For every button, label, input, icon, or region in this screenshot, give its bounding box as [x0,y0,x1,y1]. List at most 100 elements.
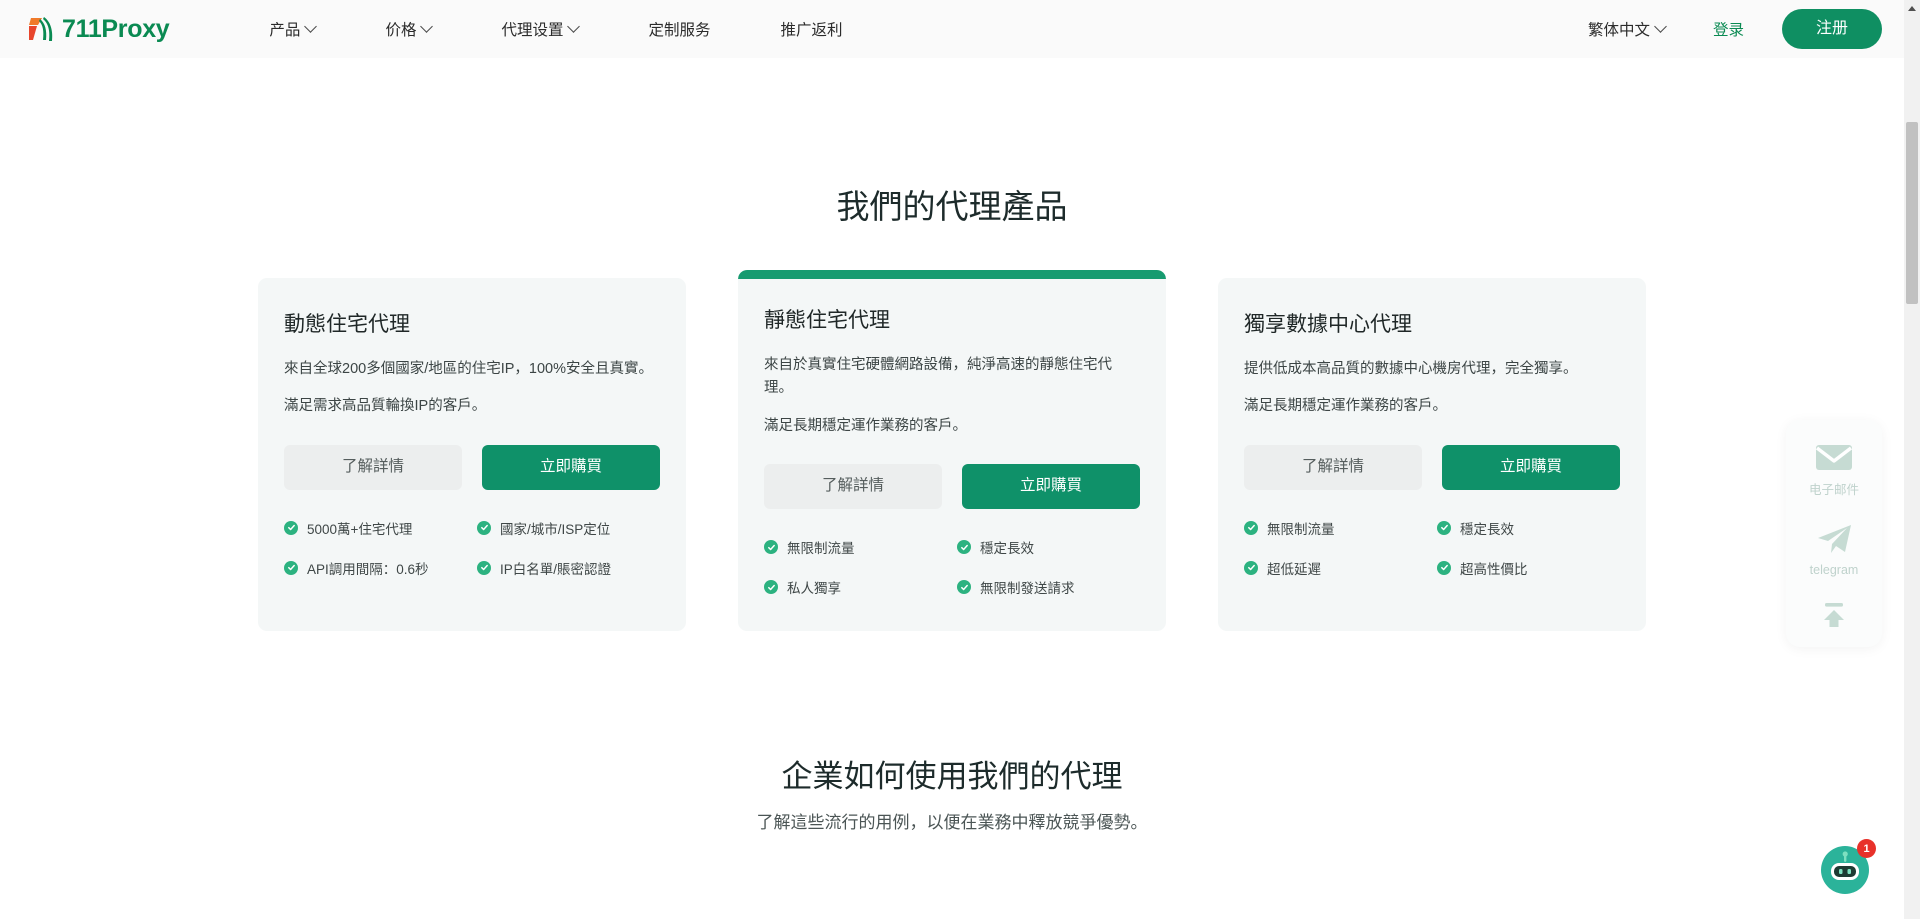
telegram-icon [1817,525,1851,553]
product-card-static-residential: 靜態住宅代理 來自於真實住宅硬體網路設備，純淨高速的靜態住宅代理。 滿足長期穩定… [738,270,1166,632]
feature-label: 無限制流量 [787,541,855,557]
feature-list: 5000萬+住宅代理 國家/城市/ISP定位 API調用間隔：0.6秒 IP白名… [284,518,660,578]
main-content: 我們的代理產品 動態住宅代理 來自全球200多個國家/地區的住宅IP，100%安… [0,58,1904,833]
section-subheading: 了解這些流行的用例，以便在業務中釋放競爭優勢。 [756,813,1148,833]
scroll-up-button[interactable] [1904,0,1920,17]
check-icon [764,580,778,595]
nav-item-products[interactable]: 产品 [269,18,318,40]
feature-item: 國家/城市/ISP定位 [477,518,660,538]
card-description-secondary: 滿足需求高品質輪換IP的客戶。 [284,398,487,415]
card-description-secondary: 滿足長期穩定運作業務的客戶。 [1244,398,1447,415]
feature-list: 無限制流量 穩定長效 超低延遲 超高性價比 [1244,518,1620,578]
check-icon [957,540,971,555]
chat-widget-button[interactable]: 1 [1818,839,1876,897]
learn-more-button[interactable]: 了解詳情 [284,444,462,490]
page-scrollbar[interactable] [1904,0,1920,919]
arrow-up-icon [1824,603,1844,627]
nav-item-custom-service[interactable]: 定制服务 [648,18,710,40]
card-title: 靜態住宅代理 [764,309,890,332]
card-actions: 了解詳情 立即購買 [764,464,1140,510]
feature-label: 超高性價比 [1460,561,1528,577]
feature-label: 超低延遲 [1267,561,1321,577]
nav-label: 价格 [385,22,417,39]
check-icon [957,580,971,595]
check-icon [477,560,491,575]
nav-label: 推广返利 [780,22,843,39]
feature-item: 5000萬+住宅代理 [284,518,467,538]
page-root: 711Proxy 产品 价格 代理设置 定制服务 推广返利 繁体中文 登录 注册… [0,0,1920,919]
use-cases-section: 企業如何使用我們的代理 了解這些流行的用例，以便在業務中釋放競爭優勢。 [0,751,1904,833]
nav-item-pricing[interactable]: 价格 [385,18,434,40]
site-header: 711Proxy 产品 价格 代理设置 定制服务 推广返利 繁体中文 登录 注册 [0,0,1904,58]
check-icon [284,520,298,535]
feature-label: 無限制發送請求 [980,581,1075,597]
logo-text: 711Proxy [62,14,170,43]
scrollbar-thumb[interactable] [1906,122,1918,304]
feature-label: 5000萬+住宅代理 [307,521,413,537]
buy-now-button[interactable]: 立即購買 [1442,444,1620,490]
card-title: 獨享數據中心代理 [1244,313,1412,336]
feature-label: 無限制流量 [1267,521,1335,537]
learn-more-button[interactable]: 了解詳情 [764,464,942,510]
back-to-top[interactable] [1817,601,1851,629]
buy-now-button[interactable]: 立即購買 [482,444,660,490]
feature-item: 私人獨享 [764,577,947,597]
nav-item-proxy-setup[interactable]: 代理设置 [501,18,581,40]
card-description: 來自於真實住宅硬體網路設備，純淨高速的靜態住宅代理。 [764,357,1112,397]
chevron-down-icon [567,19,581,33]
check-icon [1437,560,1451,575]
chat-unread-badge: 1 [1857,839,1876,858]
header-actions: 繁体中文 登录 注册 [1588,0,1882,58]
chevron-down-icon [304,19,318,33]
feature-item: 無限制發送請求 [957,577,1140,597]
triangle-up-icon [1908,6,1916,11]
check-icon [1244,560,1258,575]
card-description: 來自全球200多個國家/地區的住宅IP，100%安全且真實。 [284,361,654,377]
contact-telegram[interactable]: telegram [1810,522,1858,577]
check-icon [477,520,491,535]
feature-label: 穩定長效 [980,541,1034,557]
feature-label: IP白名單/賬密認證 [500,561,612,577]
contact-email-label: 电子邮件 [1808,483,1859,497]
floating-contact-widget: 电子邮件 telegram [1786,420,1882,647]
nav-label: 产品 [269,22,301,39]
feature-item: 超高性價比 [1437,558,1620,578]
logo[interactable]: 711Proxy [28,0,170,58]
feature-item: API調用間隔：0.6秒 [284,558,467,578]
buy-now-button[interactable]: 立即購買 [962,464,1140,510]
card-description: 提供低成本高品質的數據中心機房代理，完全獨享。 [1244,361,1578,377]
learn-more-button[interactable]: 了解詳情 [1244,444,1422,490]
product-card-dedicated-datacenter: 獨享數據中心代理 提供低成本高品質的數據中心機房代理，完全獨享。 滿足長期穩定運… [1218,278,1646,632]
check-icon [764,540,778,555]
product-cards: 動態住宅代理 來自全球200多個國家/地區的住宅IP，100%安全且真實。 滿足… [0,270,1904,632]
feature-item: 無限制流量 [1244,518,1427,538]
nav-label: 定制服务 [648,22,711,39]
card-title: 動態住宅代理 [284,313,410,336]
feature-item: 穩定長效 [1437,518,1620,538]
contact-email[interactable]: 电子邮件 [1809,442,1859,498]
feature-label: 私人獨享 [787,581,841,597]
nav-label: 代理设置 [501,22,564,39]
logo-icon [29,17,53,41]
feature-label: 國家/城市/ISP定位 [500,521,611,537]
feature-label: API調用間隔：0.6秒 [307,561,429,577]
envelope-icon [1815,445,1853,470]
check-icon [1244,520,1258,535]
feature-label: 穩定長效 [1460,521,1514,537]
card-actions: 了解詳情 立即購買 [284,444,660,490]
language-selector[interactable]: 繁体中文 [1587,18,1667,40]
feature-item: 超低延遲 [1244,558,1427,578]
feature-item: 穩定長效 [957,537,1140,557]
feature-item: 無限制流量 [764,537,947,557]
signup-button[interactable]: 注册 [1781,9,1882,49]
card-actions: 了解詳情 立即購買 [1244,444,1620,490]
feature-list: 無限制流量 穩定長效 私人獨享 無限制發送請求 [764,537,1140,597]
language-label: 繁体中文 [1587,22,1650,39]
card-description-secondary: 滿足長期穩定運作業務的客戶。 [764,417,967,434]
check-icon [1437,520,1451,535]
nav-item-affiliate[interactable]: 推广返利 [780,18,842,40]
login-link[interactable]: 登录 [1713,18,1744,40]
feature-item: IP白名單/賬密認證 [477,558,660,578]
page-title: 我們的代理產品 [836,188,1068,225]
main-nav: 产品 价格 代理设置 定制服务 推广返利 [269,18,843,40]
